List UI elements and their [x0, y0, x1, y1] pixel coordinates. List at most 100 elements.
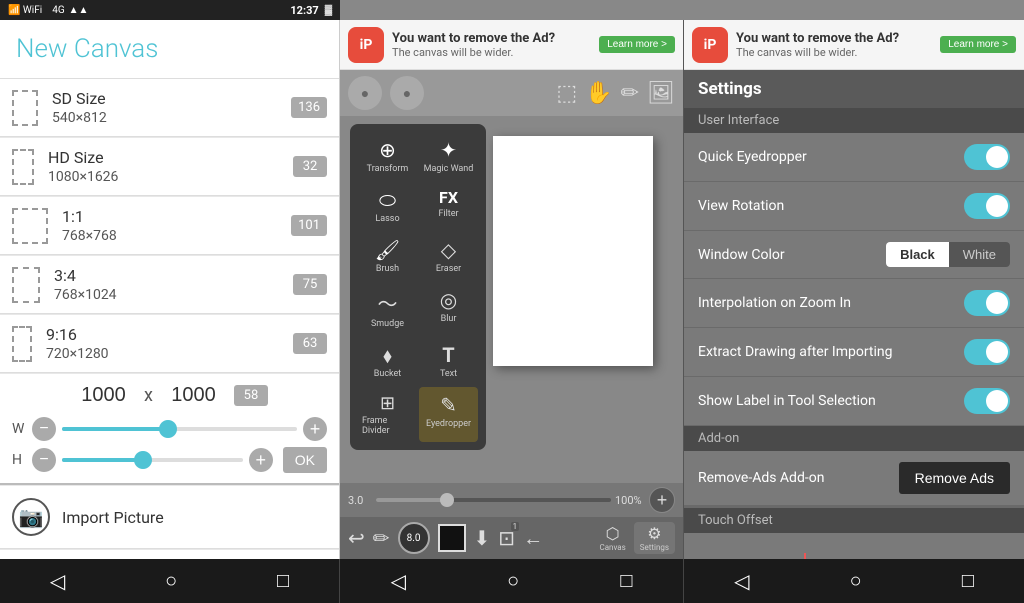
image-icon[interactable]: 🖼	[647, 81, 675, 106]
extract-drawing-row: Extract Drawing after Importing	[684, 328, 1024, 377]
nav-panel-2: ◁ ○ □	[340, 559, 684, 603]
transform-tool[interactable]: ⊕ Transform	[358, 132, 417, 180]
hand-icon[interactable]: ✋	[585, 81, 612, 106]
list-item[interactable]: 1:1 768×768 101	[0, 197, 339, 255]
custom-count-badge: 58	[234, 385, 268, 406]
brush-tool[interactable]: 🖌 Brush	[358, 232, 417, 280]
blur-tool[interactable]: ◎ Blur	[419, 282, 478, 335]
home-nav-button-1[interactable]: ○	[145, 562, 197, 601]
nav-panel-1: ◁ ○ □	[0, 559, 340, 603]
eyedropper-tool[interactable]: ✎ Eyedropper	[419, 387, 478, 442]
interpolation-toggle[interactable]	[964, 290, 1010, 316]
recents-nav-button-3[interactable]: □	[942, 562, 994, 601]
ad-learn-button-right[interactable]: Learn more >	[940, 36, 1016, 53]
ui-section-header: User Interface	[684, 108, 1024, 133]
canvas-name: SD Size	[52, 89, 291, 108]
back-arrow-icon[interactable]: ←	[523, 526, 543, 551]
ok-button[interactable]: OK	[283, 447, 327, 473]
quick-eyedropper-toggle[interactable]	[964, 144, 1010, 170]
h-label: H	[12, 452, 26, 468]
download-icon[interactable]: ⬇	[474, 526, 491, 550]
import-picture-item[interactable]: 📷 Import Picture	[0, 486, 339, 549]
canvas-count-badge: 75	[293, 274, 327, 295]
canvas-name: 1:1	[62, 207, 291, 226]
brush-size-circle[interactable]: 8.0	[398, 522, 430, 554]
canvas-tab[interactable]: ⬡ Canvas	[600, 524, 626, 552]
w-minus-button[interactable]: −	[32, 417, 56, 441]
pen-tool-icon[interactable]: ✏	[373, 526, 390, 550]
custom-width-input[interactable]: 1000	[71, 384, 136, 407]
layer-icon[interactable]: ⊡ 1	[498, 526, 515, 550]
toolbar-circle-2: ●	[390, 76, 424, 110]
home-nav-button-2[interactable]: ○	[487, 562, 539, 601]
remove-ads-label: Remove-Ads Add-on	[698, 470, 899, 486]
text-tool[interactable]: T Text	[419, 337, 478, 385]
filter-tool[interactable]: FX Filter	[419, 182, 478, 230]
h-slider-track[interactable]	[62, 458, 243, 462]
magic-wand-tool[interactable]: ✦ Magic Wand	[419, 132, 478, 180]
undo-icon[interactable]: ↩	[348, 526, 365, 550]
canvas-count-badge: 101	[291, 215, 327, 236]
back-nav-button-1[interactable]: ◁	[30, 561, 85, 602]
custom-x-label: x	[144, 385, 153, 406]
white-color-button[interactable]: White	[949, 242, 1010, 267]
list-item[interactable]: HD Size 1080×1626 32	[0, 138, 339, 196]
settings-tab-label: Settings	[640, 543, 669, 552]
addon-section-header: Add-on	[684, 426, 1024, 451]
canvas-toolbar: ● ● ⬚ ✋ ✏ 🖼	[340, 70, 683, 116]
show-label-text: Show Label in Tool Selection	[698, 393, 964, 409]
frame-divider-tool[interactable]: ⊞ Frame Divider	[358, 387, 417, 442]
zoom-slider[interactable]	[376, 498, 611, 502]
interpolation-row: Interpolation on Zoom In	[684, 279, 1024, 328]
view-rotation-row: View Rotation	[684, 182, 1024, 231]
list-item[interactable]: 9:16 720×1280 63	[0, 315, 339, 373]
show-label-toggle[interactable]	[964, 388, 1010, 414]
lasso-icon: ⬭	[379, 188, 396, 212]
ad-banner-middle: iP You want to remove the Ad? The canvas…	[340, 20, 683, 70]
canvas-dims: 768×768	[62, 228, 291, 244]
touch-crosshair[interactable]	[778, 553, 832, 559]
settings-tab[interactable]: ⚙ Settings	[634, 522, 675, 554]
list-item[interactable]: SD Size 540×812 136	[0, 79, 339, 137]
recents-nav-button-1[interactable]: □	[257, 562, 309, 601]
twitter-header-item[interactable]: Twitter Header 1500×500 79	[0, 550, 339, 559]
home-nav-button-3[interactable]: ○	[830, 562, 882, 601]
eraser-tool[interactable]: ◇ Eraser	[419, 232, 478, 280]
text-icon: T	[442, 343, 454, 367]
black-color-button[interactable]: Black	[886, 242, 949, 267]
w-slider-track[interactable]	[62, 427, 297, 431]
touch-offset-widget	[698, 543, 1010, 559]
lasso-tool[interactable]: ⬭ Lasso	[358, 182, 417, 230]
w-plus-button[interactable]: +	[303, 417, 327, 441]
smudge-tool[interactable]: 〜 Smudge	[358, 282, 417, 335]
remove-ads-button[interactable]: Remove Ads	[899, 462, 1010, 494]
view-rotation-toggle[interactable]	[964, 193, 1010, 219]
interpolation-label: Interpolation on Zoom In	[698, 295, 964, 311]
back-nav-button-3[interactable]: ◁	[714, 561, 769, 602]
zoom-label: 3.0	[348, 494, 372, 507]
recents-nav-button-2[interactable]: □	[600, 562, 652, 601]
custom-height-input[interactable]: 1000	[161, 384, 226, 407]
color-square[interactable]	[438, 524, 466, 552]
show-label-row: Show Label in Tool Selection	[684, 377, 1024, 426]
zoom-plus-button[interactable]: +	[649, 487, 675, 513]
canvas-count-badge: 136	[291, 97, 327, 118]
extract-drawing-toggle[interactable]	[964, 339, 1010, 365]
pen-icon[interactable]: ✏	[621, 81, 639, 106]
toolbar-circle-1: ●	[348, 76, 382, 110]
magic-wand-label: Magic Wand	[424, 164, 474, 174]
selection-icon[interactable]: ⬚	[556, 81, 577, 106]
list-item[interactable]: 3:4 768×1024 75	[0, 256, 339, 314]
canvas-white-area[interactable]	[493, 136, 653, 366]
h-plus-button[interactable]: +	[249, 448, 273, 472]
filter-icon: FX	[439, 188, 458, 207]
settings-content: Settings User Interface Quick Eyedropper…	[684, 70, 1024, 559]
ad-learn-button-middle[interactable]: Learn more >	[599, 36, 675, 53]
canvas-name: 3:4	[54, 266, 293, 285]
h-minus-button[interactable]: −	[32, 448, 56, 472]
custom-size-section: 1000 x 1000 58 W − +	[0, 374, 339, 485]
bucket-tool[interactable]: ⬧ Bucket	[358, 337, 417, 385]
back-nav-button-2[interactable]: ◁	[371, 561, 426, 602]
touch-offset-section: Touch Offset	[684, 506, 1024, 559]
magic-wand-icon: ✦	[440, 138, 457, 162]
